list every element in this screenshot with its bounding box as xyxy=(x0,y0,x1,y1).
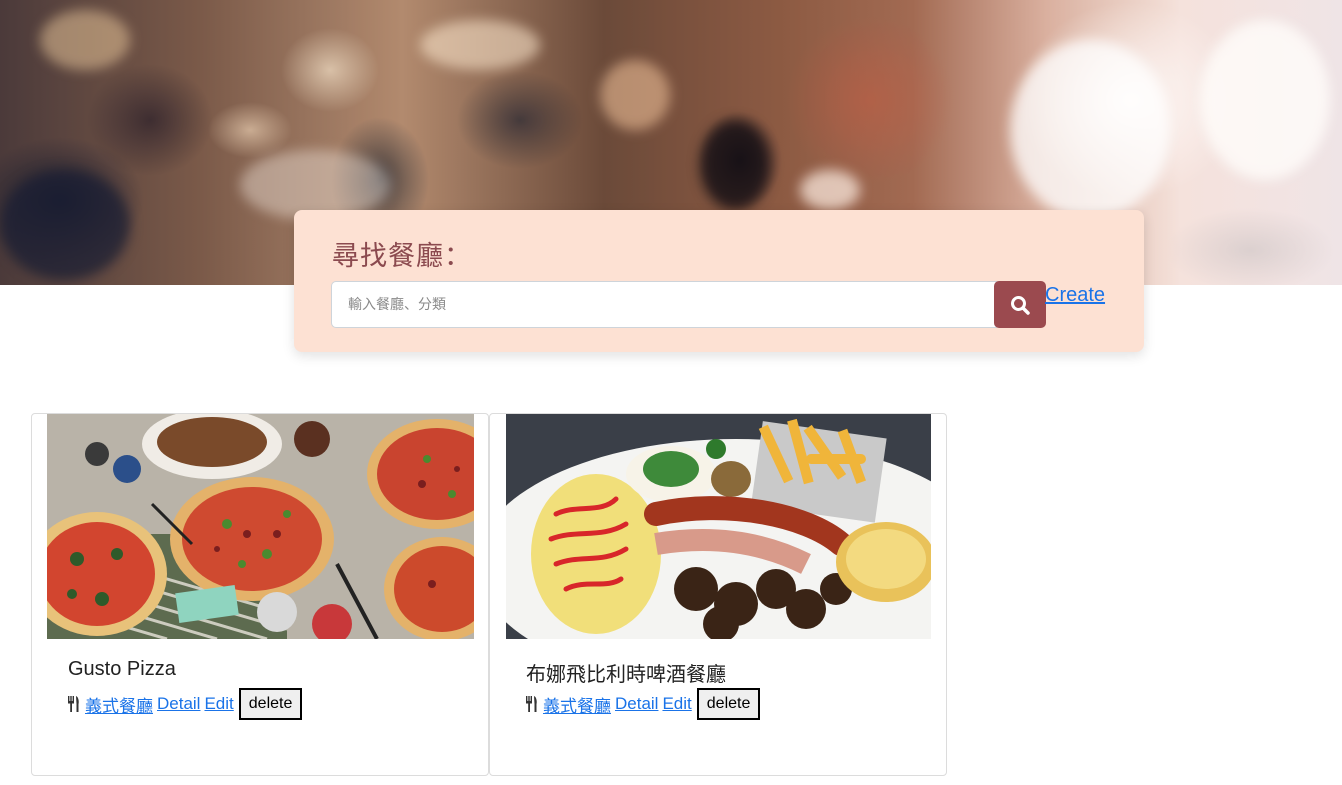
search-title: 尋找餐廳： xyxy=(332,241,472,272)
delete-button[interactable]: delete xyxy=(238,688,303,720)
edit-link[interactable]: Edit xyxy=(204,694,233,714)
edit-link[interactable]: Edit xyxy=(662,694,691,714)
detail-link[interactable]: Detail xyxy=(615,694,658,714)
search-input[interactable] xyxy=(331,281,997,328)
category-link[interactable]: 義式餐廳 xyxy=(85,692,153,717)
search-panel: 尋找餐廳： Create xyxy=(294,210,1144,352)
search-button[interactable] xyxy=(994,281,1046,328)
restaurant-name: 布娜飛比利時啤酒餐廳 xyxy=(526,664,726,686)
pizza-photo xyxy=(47,414,474,639)
card-actions: 義式餐廳 Detail Edit delete xyxy=(525,688,761,720)
restaurant-name: Gusto Pizza xyxy=(68,658,176,680)
detail-link[interactable]: Detail xyxy=(157,694,200,714)
restaurant-card: Gusto Pizza 義式餐廳 Detail Edit delete xyxy=(31,413,489,776)
restaurant-image[interactable] xyxy=(506,414,931,639)
category-link[interactable]: 義式餐廳 xyxy=(543,692,611,717)
search-icon xyxy=(1011,295,1030,315)
delete-button[interactable]: delete xyxy=(696,688,761,720)
utensils-icon xyxy=(68,696,79,712)
create-link[interactable]: Create xyxy=(1045,284,1105,307)
restaurant-card: 布娜飛比利時啤酒餐廳 義式餐廳 Detail Edit delete xyxy=(489,413,947,776)
breakfast-platter-photo xyxy=(506,414,931,639)
utensils-icon xyxy=(526,696,537,712)
card-actions: 義式餐廳 Detail Edit delete xyxy=(67,688,303,720)
restaurant-image[interactable] xyxy=(47,414,474,639)
